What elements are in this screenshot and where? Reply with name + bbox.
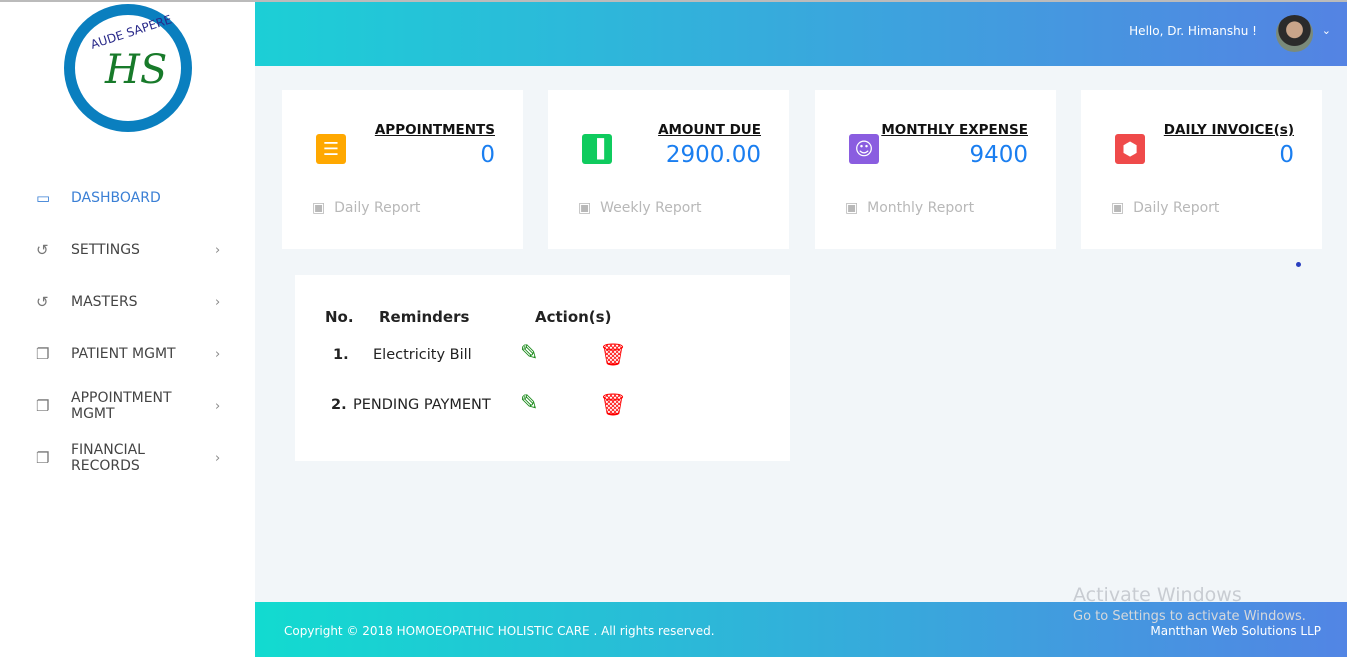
sidebar-item-label: DASHBOARD <box>71 190 161 206</box>
card-footer: ▣ Monthly Report <box>845 200 974 216</box>
card-title-link[interactable]: APPOINTMENTS <box>375 122 495 138</box>
sidebar-item-label: APPOINTMENT MGMT <box>71 390 172 422</box>
copy-icon: ❐ <box>36 397 50 415</box>
card-value: 0 <box>1279 142 1294 168</box>
refresh-icon: ↺ <box>36 293 49 311</box>
sidebar-item-dashboard[interactable]: ▭ DASHBOARD <box>0 172 255 224</box>
copy-icon: ❐ <box>36 345 50 363</box>
indicator-dot <box>1296 262 1301 267</box>
row-text: PENDING PAYMENT <box>353 397 491 413</box>
edit-icon[interactable]: ✎ <box>520 393 548 417</box>
logo[interactable]: AUDE SAPERE HS <box>64 4 192 132</box>
edit-icon[interactable]: ✎ <box>520 343 548 367</box>
chevron-right-icon: › <box>215 294 221 310</box>
calendar-icon: ▣ <box>1111 200 1125 216</box>
bar-chart-icon: ▐ <box>582 134 612 164</box>
chevron-down-icon[interactable]: ⌄ <box>1322 24 1331 37</box>
stat-card: ☺ MONTHLY EXPENSE 9400 ▣ Monthly Report <box>815 90 1056 249</box>
cube-icon: ⬢ <box>1115 134 1145 164</box>
sidebar-item-label: FINANCIAL RECORDS <box>71 442 145 474</box>
card-title-link[interactable]: MONTHLY EXPENSE <box>881 122 1028 138</box>
copy-icon: ❐ <box>36 449 50 467</box>
avatar[interactable] <box>1276 15 1313 52</box>
card-value: 9400 <box>969 142 1028 168</box>
monitor-icon: ▭ <box>36 189 51 207</box>
card-title-link[interactable]: DAILY INVOICE(s) <box>1164 122 1294 138</box>
logo-monogram: HS <box>105 47 168 93</box>
chevron-right-icon: › <box>215 450 221 466</box>
card-value: 0 <box>480 142 495 168</box>
chevron-right-icon: › <box>215 242 221 258</box>
watermark-title: Activate Windows <box>1073 584 1242 606</box>
col-reminders: Reminders <box>379 308 470 326</box>
row-no: 1. <box>333 347 349 363</box>
chevron-right-icon: › <box>215 346 221 362</box>
sidebar-item-patient-mgmt[interactable]: ❐ PATIENT MGMT › <box>0 328 255 380</box>
stat-card: ⬢ DAILY INVOICE(s) 0 ▣ Daily Report <box>1081 90 1322 249</box>
calendar-icon: ▣ <box>845 200 859 216</box>
receipt-icon: ☰ <box>316 134 346 164</box>
sidebar-item-masters[interactable]: ↺ MASTERS › <box>0 276 255 328</box>
sidebar-item-appointment-mgmt[interactable]: ❐ APPOINTMENT MGMT › <box>0 380 255 432</box>
stat-card: ▐ AMOUNT DUE 2900.00 ▣ Weekly Report <box>548 90 789 249</box>
col-no: No. <box>325 308 354 326</box>
calendar-icon: ▣ <box>312 200 326 216</box>
card-title-link[interactable]: AMOUNT DUE <box>658 122 761 138</box>
card-footer: ▣ Daily Report <box>312 200 420 216</box>
trash-icon[interactable]: 🗑 <box>599 343 627 368</box>
card-footer-label: Daily Report <box>1133 200 1220 216</box>
copyright: Copyright © 2018 HOMOEOPATHIC HOLISTIC C… <box>284 624 715 638</box>
watermark-subtitle: Go to Settings to activate Windows. <box>1073 609 1306 624</box>
sidebar-item-label: MASTERS <box>71 294 138 310</box>
card-footer-label: Weekly Report <box>600 200 702 216</box>
logo-text: AUDE SAPERE <box>88 12 174 52</box>
company-link[interactable]: Mantthan Web Solutions LLP <box>1150 624 1321 638</box>
trash-icon[interactable]: 🗑 <box>599 393 627 418</box>
chevron-right-icon: › <box>215 398 221 414</box>
card-footer-label: Monthly Report <box>867 200 975 216</box>
row-text: Electricity Bill <box>373 347 472 363</box>
card-value: 2900.00 <box>665 142 761 168</box>
stat-card: ☰ APPOINTMENTS 0 ▣ Daily Report <box>282 90 523 249</box>
sidebar-item-label: PATIENT MGMT <box>71 346 176 362</box>
sidebar-nav: ▭ DASHBOARD ↺ SETTINGS › ↺ MASTERS › ❐ PATIENT MG… <box>0 172 255 484</box>
card-footer-label: Daily Report <box>334 200 421 216</box>
row-no: 2. <box>331 397 347 413</box>
sidebar-item-financial-records[interactable]: ❐ FINANCIAL RECORDS › <box>0 432 255 484</box>
reminders-card: No. Reminders Action(s) 1. Electricity B… <box>295 275 790 461</box>
sidebar-item-label: SETTINGS <box>71 242 140 258</box>
greeting: Hello, Dr. Himanshu ! <box>1129 24 1257 38</box>
header: Hello, Dr. Himanshu ! ⌄ <box>255 2 1347 66</box>
card-footer: ▣ Daily Report <box>1111 200 1219 216</box>
sidebar: AUDE SAPERE HS ▭ DASHBOARD ↺ SETTINGS › ↺ MAST… <box>0 2 255 657</box>
user-badge-icon: ☺ <box>849 134 879 164</box>
refresh-icon: ↺ <box>36 241 49 259</box>
col-actions: Action(s) <box>535 308 612 326</box>
card-footer: ▣ Weekly Report <box>578 200 702 216</box>
sidebar-item-settings[interactable]: ↺ SETTINGS › <box>0 224 255 276</box>
calendar-icon: ▣ <box>578 200 592 216</box>
